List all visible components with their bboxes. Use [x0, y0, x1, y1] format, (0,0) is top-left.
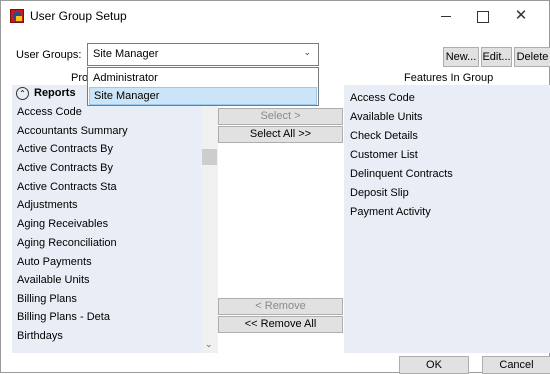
scroll-down-icon[interactable]: ⌄ — [205, 339, 213, 350]
list-item[interactable]: Access Code — [17, 106, 82, 118]
list-item[interactable]: Access Code — [350, 92, 415, 104]
cancel-button[interactable]: Cancel — [482, 356, 550, 374]
user-group-setup-window: User Group Setup ✕ User Groups: Site Man… — [0, 0, 550, 374]
list-item[interactable]: Aging Receivables — [17, 218, 108, 230]
remove-all-button[interactable]: << Remove All — [218, 316, 343, 333]
list-item[interactable]: Billing Plans — [17, 293, 77, 305]
user-groups-selected: Site Manager — [93, 48, 159, 60]
user-groups-label: User Groups: — [16, 49, 82, 61]
available-features-header: Pro — [71, 72, 89, 84]
list-item[interactable]: Deposit Slip — [350, 187, 409, 199]
close-button[interactable]: ✕ — [506, 5, 536, 27]
maximize-button[interactable] — [467, 5, 497, 27]
list-item[interactable]: Billing Plans - Deta — [17, 311, 110, 323]
features-in-group-header: Features In Group — [404, 72, 494, 84]
user-groups-dropdown[interactable]: Administrator Site Manager — [87, 67, 319, 106]
minimize-button[interactable] — [431, 5, 461, 27]
select-button[interactable]: Select > — [218, 108, 343, 125]
scrollbar-thumb[interactable] — [202, 149, 217, 165]
vertical-scrollbar[interactable]: ⌄ — [201, 85, 218, 353]
new-button[interactable]: New... — [443, 47, 479, 67]
list-item[interactable]: Accountants Summary — [17, 125, 128, 137]
remove-button[interactable]: < Remove — [218, 298, 343, 315]
chevron-down-icon: ⌄ — [303, 47, 311, 57]
list-item[interactable]: Auto Payments — [17, 256, 92, 268]
ok-button[interactable]: OK — [399, 356, 469, 374]
list-item[interactable]: Check Details — [350, 130, 418, 142]
collapse-icon[interactable]: ⌃ — [16, 87, 29, 100]
delete-button[interactable]: Delete — [514, 47, 550, 67]
list-item[interactable]: Active Contracts Sta — [17, 181, 117, 193]
dropdown-option[interactable]: Administrator — [89, 69, 317, 87]
list-item[interactable]: Birthdays — [17, 330, 63, 342]
dropdown-option-selected[interactable]: Site Manager — [89, 87, 317, 105]
list-item[interactable]: Customer List — [350, 149, 418, 161]
list-item[interactable]: Adjustments — [17, 199, 78, 211]
select-all-button[interactable]: Select All >> — [218, 126, 343, 143]
list-item[interactable]: Delinquent Contracts — [350, 168, 453, 180]
list-item[interactable]: Available Units — [350, 111, 423, 123]
window-title: User Group Setup — [30, 9, 127, 23]
available-features-list[interactable]: ⌃ Reports Access Code Accountants Summar… — [12, 85, 218, 353]
edit-button[interactable]: Edit... — [481, 47, 512, 67]
user-groups-select[interactable]: Site Manager ⌄ — [87, 43, 319, 66]
group-label: Reports — [34, 87, 76, 99]
list-item[interactable]: Payment Activity — [350, 206, 431, 218]
app-icon — [10, 9, 24, 23]
features-in-group-list[interactable]: Access Code Available Units Check Detail… — [344, 85, 550, 353]
title-bar: User Group Setup ✕ — [1, 1, 549, 31]
list-item[interactable]: Available Units — [17, 274, 90, 286]
list-item[interactable]: Active Contracts By — [17, 162, 113, 174]
list-item[interactable]: Aging Reconciliation — [17, 237, 117, 249]
list-item[interactable]: Active Contracts By — [17, 143, 113, 155]
